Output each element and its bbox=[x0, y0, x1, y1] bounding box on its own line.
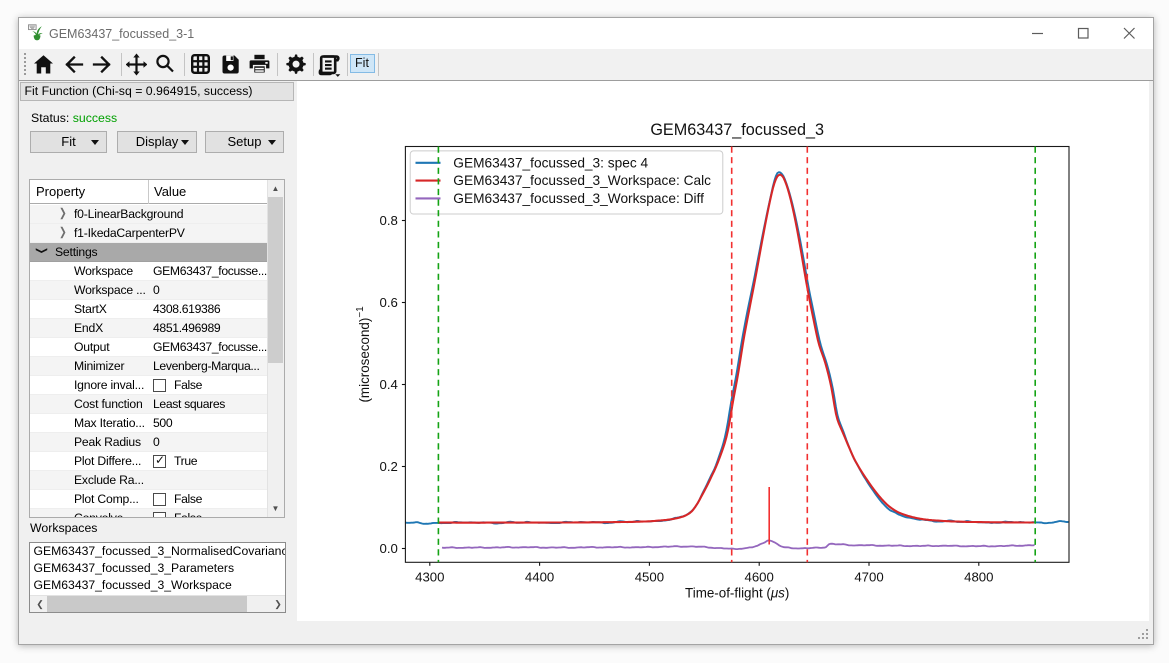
svg-text:0.0: 0.0 bbox=[380, 541, 398, 556]
svg-text:0.4: 0.4 bbox=[380, 377, 398, 392]
svg-text:0.2: 0.2 bbox=[380, 459, 398, 474]
svg-text:GEM63437_focussed_3_Workspace:: GEM63437_focussed_3_Workspace: Calc bbox=[453, 173, 711, 188]
svg-text:4800: 4800 bbox=[964, 569, 993, 584]
svg-text:Time-of-flight (μs): Time-of-flight (μs) bbox=[685, 586, 789, 601]
svg-text:4400: 4400 bbox=[525, 569, 554, 584]
svg-text:GEM63437_focussed_3: spec 4: GEM63437_focussed_3: spec 4 bbox=[453, 155, 648, 170]
svg-text:(microsecond)−1: (microsecond)−1 bbox=[355, 306, 372, 403]
svg-text:0.6: 0.6 bbox=[380, 295, 398, 310]
svg-text:GEM63437_focussed_3: GEM63437_focussed_3 bbox=[650, 121, 824, 139]
svg-text:4300: 4300 bbox=[415, 569, 444, 584]
svg-text:4700: 4700 bbox=[854, 569, 883, 584]
svg-text:GEM63437_focussed_3_Workspace:: GEM63437_focussed_3_Workspace: Diff bbox=[453, 191, 704, 206]
svg-text:0.8: 0.8 bbox=[380, 213, 398, 228]
svg-text:4500: 4500 bbox=[635, 569, 664, 584]
svg-text:4600: 4600 bbox=[745, 569, 774, 584]
